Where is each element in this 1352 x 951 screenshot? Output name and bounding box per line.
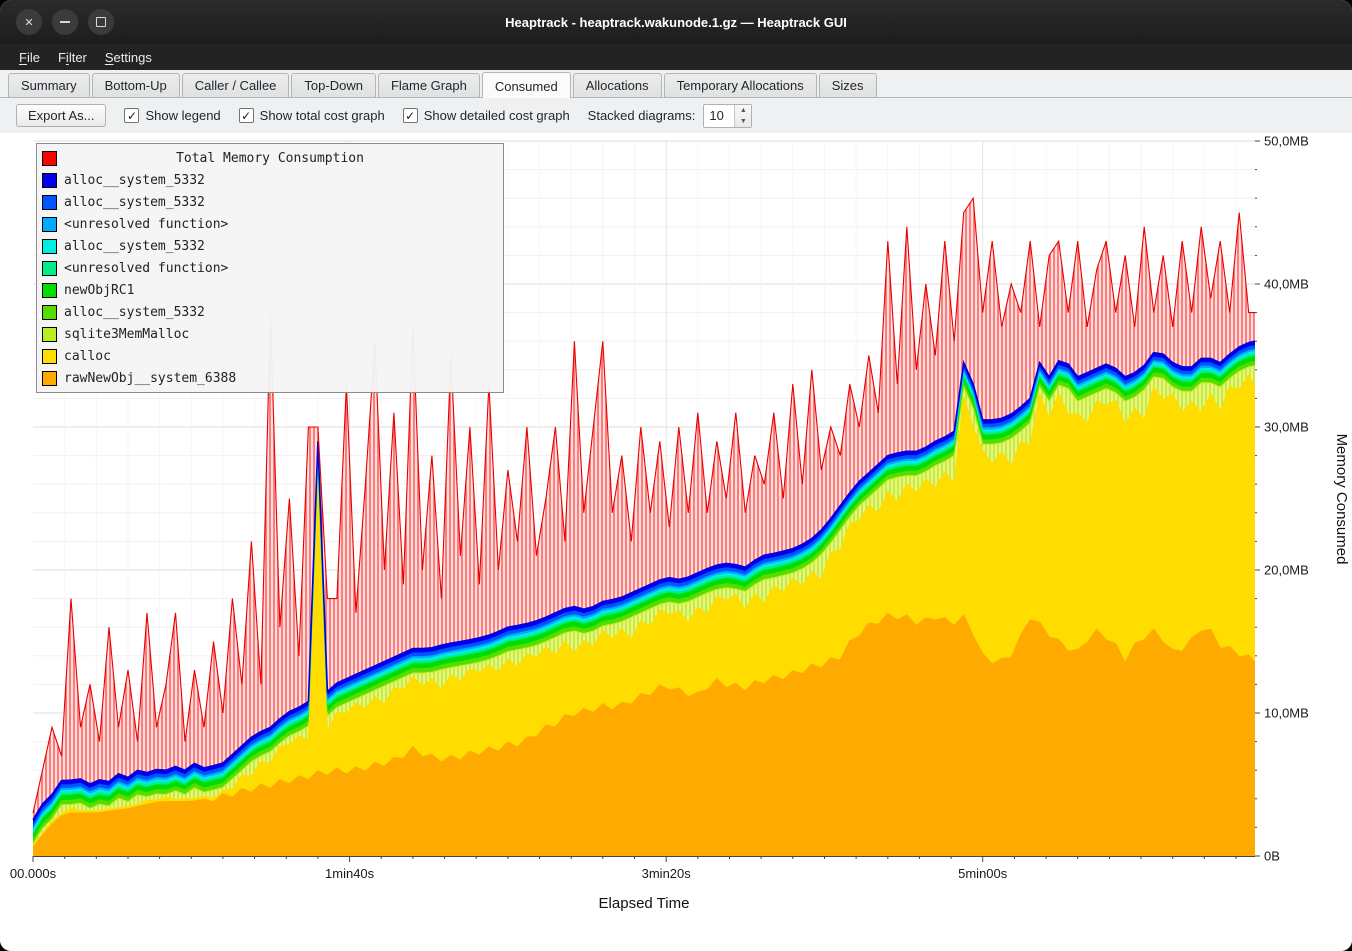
checkbox-icon: ✓ [239,108,254,123]
tab-consumed[interactable]: Consumed [482,72,571,98]
legend-swatch [42,239,57,254]
legend-label: <unresolved function> [64,261,228,276]
legend-swatch [42,261,57,276]
svg-text:3min20s: 3min20s [642,866,692,881]
legend-swatch [42,371,57,386]
chevron-down-icon: ▼ [740,118,747,125]
legend-swatch [42,283,57,298]
legend-item: rawNewObj__system_6388 [42,367,498,389]
tab-flame-graph[interactable]: Flame Graph [378,73,480,97]
spinbox-down-button[interactable]: ▼ [735,116,751,127]
svg-text:30,0MB: 30,0MB [1264,420,1309,435]
checkbox-label: Show total cost graph [260,108,385,123]
svg-text:5min00s: 5min00s [958,866,1008,881]
checkbox-label: Show detailed cost graph [424,108,570,123]
window-title: Heaptrack - heaptrack.wakunode.1.gz — He… [0,15,1352,30]
legend-item: alloc__system_5332 [42,301,498,323]
legend-label: <unresolved function> [64,217,228,232]
legend-item: alloc__system_5332 [42,235,498,257]
chart-legend: Total Memory Consumption alloc__system_53… [36,143,504,393]
menu-settings[interactable]: Settings [96,47,161,68]
checkbox-show-total-cost-graph[interactable]: ✓ Show total cost graph [239,108,385,123]
legend-label: Total Memory Consumption [42,151,498,166]
legend-label: calloc [64,349,111,364]
checkbox-show-legend[interactable]: ✓ Show legend [124,108,220,123]
tab-sizes[interactable]: Sizes [819,73,877,97]
tab-allocations[interactable]: Allocations [573,73,662,97]
chevron-up-icon: ▲ [740,107,747,114]
export-as-button[interactable]: Export As... [16,104,106,127]
menu-filter[interactable]: Filter [49,47,96,68]
stacked-diagrams-spinbox[interactable]: 10 ▲ ▼ [703,104,752,128]
legend-label: rawNewObj__system_6388 [64,371,236,386]
tab-caller-callee[interactable]: Caller / Callee [182,73,290,97]
legend-item: sqlite3MemMalloc [42,323,498,345]
legend-swatch [42,195,57,210]
legend-label: newObjRC1 [64,283,134,298]
checkbox-icon: ✓ [403,108,418,123]
tab-summary[interactable]: Summary [8,73,90,97]
heaptrack-window: ✕ Heaptrack - heaptrack.wakunode.1.gz — … [0,0,1352,951]
checkbox-icon: ✓ [124,108,139,123]
legend-label: alloc__system_5332 [64,305,205,320]
spinbox-steppers: ▲ ▼ [734,105,751,127]
tabbar: SummaryBottom-UpCaller / CalleeTop-DownF… [0,70,1352,98]
consumed-chart: 00.000s 1min40s 3min20s 5min00s 0B 10,0MB 20,0… [0,133,1352,951]
legend-swatch [42,327,57,342]
legend-item: <unresolved function> [42,257,498,279]
svg-text:Elapsed Time: Elapsed Time [599,895,690,912]
close-icon: ✕ [24,16,33,29]
svg-text:00.000s: 00.000s [10,866,57,881]
tab-temporary-allocations[interactable]: Temporary Allocations [664,73,817,97]
spinbox-value[interactable]: 10 [704,105,734,127]
legend-swatch [42,173,57,188]
close-button[interactable]: ✕ [16,9,42,35]
legend-swatch [42,305,57,320]
stacked-diagrams-label: Stacked diagrams: [588,108,696,123]
svg-text:1min40s: 1min40s [325,866,375,881]
svg-text:10,0MB: 10,0MB [1264,706,1309,721]
legend-label: sqlite3MemMalloc [64,327,189,342]
legend-label: alloc__system_5332 [64,173,205,188]
legend-item: <unresolved function> [42,213,498,235]
tab-top-down[interactable]: Top-Down [291,73,376,97]
svg-text:Memory Consumed: Memory Consumed [1333,434,1350,565]
legend-item: newObjRC1 [42,279,498,301]
titlebar: ✕ Heaptrack - heaptrack.wakunode.1.gz — … [0,0,1352,44]
checkbox-show-detailed-cost-graph[interactable]: ✓ Show detailed cost graph [403,108,570,123]
svg-text:50,0MB: 50,0MB [1264,134,1309,149]
legend-swatch [42,349,57,364]
minimize-icon [60,21,70,23]
maximize-button[interactable] [88,9,114,35]
legend-title-row: Total Memory Consumption [42,147,498,169]
menu-file[interactable]: File [10,47,49,68]
minimize-button[interactable] [52,9,78,35]
legend-item: alloc__system_5332 [42,191,498,213]
stacked-diagrams-group: Stacked diagrams: 10 ▲ ▼ [588,104,753,128]
checkbox-group: ✓ Show legend ✓ Show total cost graph ✓ Show … [124,108,569,123]
svg-text:40,0MB: 40,0MB [1264,277,1309,292]
checkbox-label: Show legend [145,108,220,123]
toolbar: Export As... ✓ Show legend ✓ Show total cos… [0,98,1352,133]
legend-item: alloc__system_5332 [42,169,498,191]
maximize-icon [96,17,106,27]
svg-text:0B: 0B [1264,849,1280,864]
tab-bottom-up[interactable]: Bottom-Up [92,73,180,97]
menubar: FileFilterSettings [0,44,1352,70]
legend-label: alloc__system_5332 [64,195,205,210]
svg-text:20,0MB: 20,0MB [1264,563,1309,578]
window-controls: ✕ [16,9,114,35]
legend-label: alloc__system_5332 [64,239,205,254]
legend-item: calloc [42,345,498,367]
legend-swatch [42,217,57,232]
spinbox-up-button[interactable]: ▲ [735,105,751,116]
